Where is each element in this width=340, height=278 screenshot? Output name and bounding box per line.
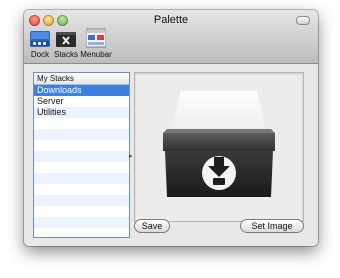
toolbar-item-stacks-label: Stacks (54, 50, 79, 59)
toolbar-item-stacks[interactable]: Stacks (54, 28, 78, 59)
toolbar-toggle-button[interactable] (296, 16, 310, 25)
save-button[interactable]: Save (134, 219, 170, 233)
list-row-empty (34, 228, 129, 237)
window-title: Palette (153, 14, 189, 26)
downloads-stack-box-icon (163, 91, 275, 197)
toolbar: Palette Dock Stacks Menubar (24, 10, 318, 64)
menubar-icon (86, 28, 106, 48)
list-row-empty (34, 217, 129, 228)
stacks-list-item-server[interactable]: Server (34, 96, 129, 107)
list-row-empty (34, 129, 129, 140)
list-row-empty (34, 195, 129, 206)
list-row-empty (34, 151, 129, 162)
list-row-empty (34, 118, 129, 129)
stacks-list-header: My Stacks (34, 73, 129, 85)
toolbar-item-dock[interactable]: Dock (28, 28, 52, 59)
stacks-icon (56, 32, 76, 47)
palette-window: Palette Dock Stacks Menubar My Stacks Do… (24, 10, 318, 246)
list-row-empty (34, 173, 129, 184)
list-row-empty (34, 206, 129, 217)
stacks-list-item-downloads[interactable]: Downloads (34, 85, 129, 96)
stack-image-well[interactable] (134, 72, 304, 222)
stacks-list-item-utilities[interactable]: Utilities (34, 107, 129, 118)
set-image-button[interactable]: Set Image (240, 219, 304, 233)
list-row-empty (34, 184, 129, 195)
stacks-list[interactable]: My Stacks Downloads Server Utilities (33, 72, 130, 238)
toolbar-item-menubar[interactable]: Menubar (80, 28, 112, 59)
list-row-empty (34, 140, 129, 151)
toolbar-item-dock-label: Dock (30, 50, 50, 59)
list-row-empty (34, 162, 129, 173)
dock-icon (30, 31, 50, 47)
toolbar-item-menubar-label: Menubar (80, 50, 112, 59)
split-view-handle-icon[interactable]: ▸ (129, 152, 133, 160)
